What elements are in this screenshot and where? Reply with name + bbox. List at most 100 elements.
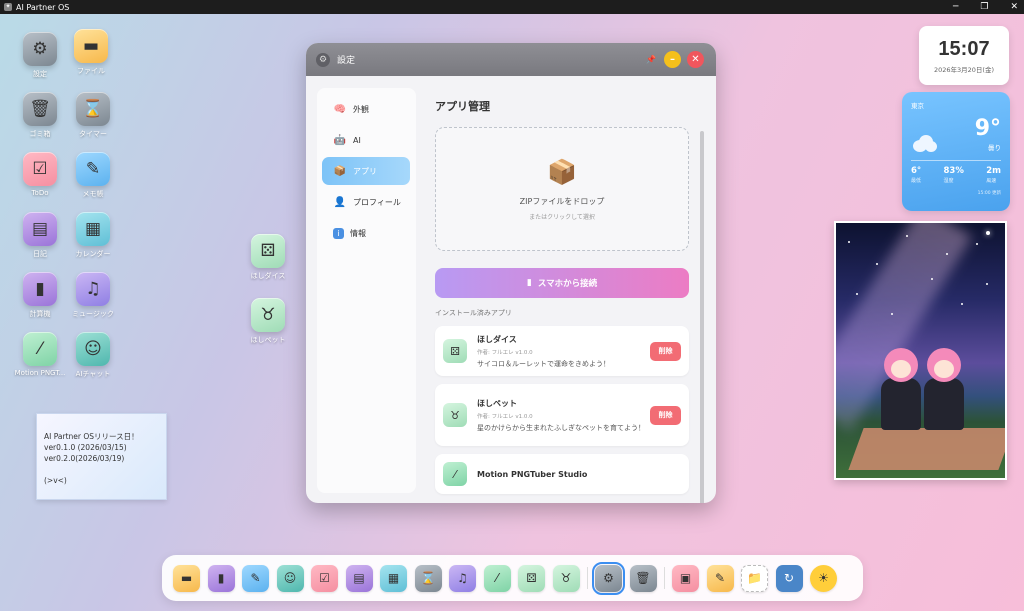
desktop-icon-calendar[interactable]: ▦ カレンダー <box>65 212 121 259</box>
desktop-icon-music[interactable]: ♫ ミュージック <box>65 272 121 319</box>
diary-icon[interactable]: ▤ <box>345 564 373 592</box>
robot-icon: 🤖 <box>333 134 347 146</box>
wand-icon: ⁄ <box>23 332 57 366</box>
music-icon[interactable]: ♫ <box>449 564 476 592</box>
desktop-icon-files[interactable]: ▬ ファイル <box>63 29 119 76</box>
sidebar-item-appearance[interactable]: 🧠 外観 <box>322 95 410 123</box>
robot-icon[interactable]: ☺ <box>276 564 304 592</box>
connect-smartphone-button[interactable]: ▮ スマホから接続 <box>435 268 689 298</box>
sidebar-item-profile[interactable]: 👤 プロフィール <box>322 188 410 216</box>
sticky-note-icon[interactable]: ✎ <box>706 564 734 592</box>
desktop-icon-diary[interactable]: ▤ 日記 <box>12 212 68 259</box>
smartphone-icon: ▮ <box>526 278 532 288</box>
settings-content: アプリ管理 📦 ZIPファイルをドロップ またはクリックして選択 ▮ スマホから… <box>435 88 705 494</box>
settings-window: ⚙ 設定 📌 – ✕ 🧠 外観 🤖 AI 📦 アプリ 👤 プロフィール i 情報… <box>306 43 716 503</box>
desktop-icon-todo[interactable]: ☑ ToDo <box>12 152 68 197</box>
refresh-icon[interactable]: ↻ <box>775 564 803 592</box>
check-icon: ☑ <box>23 152 57 186</box>
desktop-icon-settings[interactable]: ⚙ 設定 <box>12 32 68 79</box>
starry-night-illustration <box>836 223 1005 478</box>
weather-stat-low: 6° 最低 <box>911 166 922 184</box>
gear-icon[interactable]: ⚙ <box>592 561 625 595</box>
desktop-icon-trash[interactable]: 🗑 ゴミ箱 <box>12 92 68 139</box>
trash-icon[interactable]: 🗑 <box>629 564 657 592</box>
close-icon[interactable]: ✕ <box>1010 2 1018 12</box>
app-card-hoshi-dice: ⚄ ほしダイス 作者: フルエレ v1.0.0 サイコロ＆ルーレットで運命をきめ… <box>435 326 689 376</box>
calendar-icon[interactable]: ▦ <box>380 564 407 592</box>
calendar-icon: ▦ <box>76 212 110 246</box>
app-card-hoshi-pet: ♉ ほしペット 作者: フルエレ v1.0.0 星のかけらから生まれたふしぎなペ… <box>435 384 689 446</box>
wand-icon[interactable]: ⁄ <box>483 564 511 592</box>
settings-titlebar[interactable]: ⚙ 設定 📌 – ✕ <box>306 43 716 76</box>
desktop-icon-ai-chat[interactable]: ☺ AIチャット <box>65 332 121 379</box>
desktop-icon-calculator[interactable]: ▮ 計算機 <box>12 272 68 319</box>
cloud-icon <box>911 134 937 152</box>
installed-apps-label: インストール済みアプリ <box>435 309 512 317</box>
weather-condition: 曇り <box>988 144 1001 152</box>
trash-icon: 🗑 <box>23 92 57 126</box>
delete-button[interactable]: 削除 <box>650 405 681 425</box>
folder-icon: ▬ <box>74 29 108 63</box>
minimize-button[interactable]: – <box>664 51 681 68</box>
dice-icon: ⚄ <box>443 339 467 363</box>
dock-divider <box>587 567 588 589</box>
gear-icon: ⚙ <box>316 52 330 67</box>
user-icon: 👤 <box>333 196 347 208</box>
clock-time: 15:07 <box>938 37 990 60</box>
pet-icon: ♉ <box>443 403 467 427</box>
settings-title: 設定 <box>337 56 356 66</box>
app-card-motion-pngtuber: ⁄ Motion PNGTuber Studio <box>435 454 689 494</box>
folder-icon[interactable]: ▬ <box>173 564 200 592</box>
robot-icon: ☺ <box>76 332 110 366</box>
diary-icon: ▤ <box>23 212 57 246</box>
sun-icon[interactable]: ☀ <box>810 564 837 592</box>
brain-icon: 🧠 <box>333 103 347 115</box>
weather-updated: 15:00 更新 <box>977 191 1001 196</box>
sticky-note[interactable]: AI Partner OSリリース日！ ver0.1.0 (2026/03/15… <box>36 413 167 500</box>
pet-icon: ♉ <box>251 298 285 332</box>
close-button[interactable]: ✕ <box>687 51 704 68</box>
check-icon[interactable]: ☑ <box>311 564 338 592</box>
page-title: アプリ管理 <box>435 100 490 113</box>
weather-widget: 東京 9° 曇り 6° 最低 83% 湿度 2m 風速 15:00 更新 <box>902 92 1010 211</box>
pin-icon[interactable]: 📌 <box>646 55 656 64</box>
dock-divider <box>664 567 665 589</box>
calculator-icon[interactable]: ▮ <box>207 564 235 592</box>
wand-icon: ⁄ <box>443 462 467 486</box>
weather-stat-humidity: 83% 湿度 <box>943 166 964 184</box>
desktop-icon-memo[interactable]: ✎ メモ帳 <box>65 152 121 199</box>
desktop-icon-motion-pngtuber[interactable]: ⁄ Motion PNGT... <box>12 332 68 377</box>
timer-icon[interactable]: ⌛ <box>414 564 442 592</box>
pet-icon[interactable]: ♉ <box>552 564 580 592</box>
package-icon: 📦 <box>547 157 577 186</box>
minimize-icon[interactable]: ─ <box>953 2 958 12</box>
gear-icon: ⚙ <box>23 32 57 66</box>
photo-frame-widget <box>834 221 1007 480</box>
drop-title: ZIPファイルをドロップ <box>519 196 605 206</box>
desktop-icon-hoshi-pet[interactable]: ♉ ほしペット <box>240 298 296 345</box>
sidebar-item-apps[interactable]: 📦 アプリ <box>322 157 410 185</box>
restore-icon[interactable]: ❐ <box>980 2 988 12</box>
image-icon[interactable]: ▣ <box>672 564 699 592</box>
file-icon[interactable]: 📁 <box>741 564 768 592</box>
clock-date: 2026年3月20日(金) <box>933 65 995 74</box>
weather-city: 東京 <box>911 102 924 110</box>
clock-widget: 15:07 2026年3月20日(金) <box>919 26 1009 85</box>
weather-temp: 9° <box>974 116 1001 141</box>
sidebar-item-ai[interactable]: 🤖 AI <box>322 126 410 154</box>
desktop-icon-timer[interactable]: ⌛ タイマー <box>65 92 121 139</box>
weather-stat-wind: 2m 風速 <box>986 166 1001 184</box>
timer-icon: ⌛ <box>76 92 110 126</box>
settings-sidebar: 🧠 外観 🤖 AI 📦 アプリ 👤 プロフィール i 情報 <box>317 88 416 493</box>
memo-icon: ✎ <box>76 152 110 186</box>
delete-button[interactable]: 削除 <box>650 341 681 361</box>
dice-icon[interactable]: ⚄ <box>518 564 545 592</box>
info-icon: i <box>333 227 344 239</box>
sidebar-item-info[interactable]: i 情報 <box>322 219 410 247</box>
desktop-icon-hoshi-dice[interactable]: ⚄ ほしダイス <box>240 234 296 281</box>
scrollbar[interactable] <box>700 131 704 503</box>
memo-icon[interactable]: ✎ <box>242 564 269 592</box>
dice-icon: ⚄ <box>251 234 285 268</box>
os-titlebar: ✦ AI Partner OS ─ ❐ ✕ <box>0 0 1024 14</box>
zip-drop-zone[interactable]: 📦 ZIPファイルをドロップ またはクリックして選択 <box>435 127 689 251</box>
